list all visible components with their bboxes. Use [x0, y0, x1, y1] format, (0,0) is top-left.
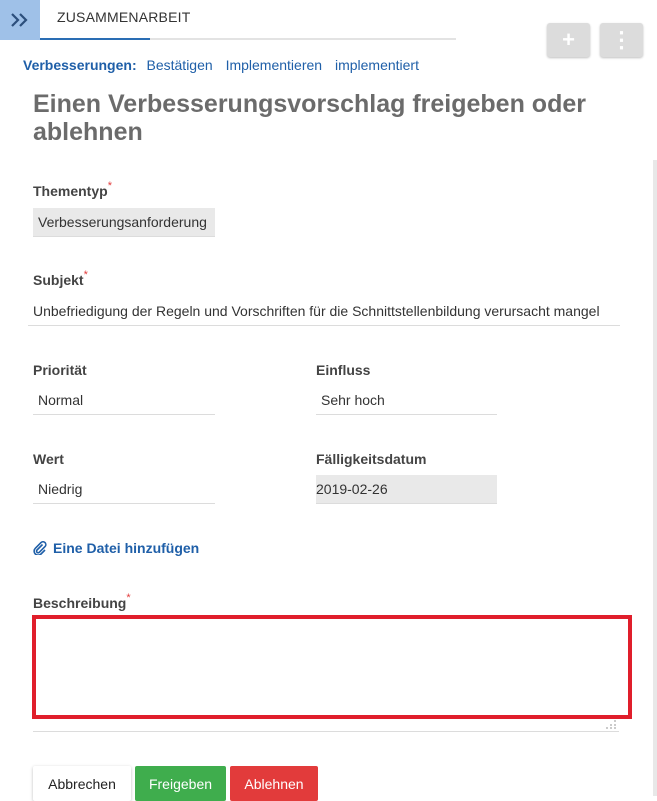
reject-button[interactable]: Ablehnen [230, 766, 318, 801]
subjekt-label: Subjekt* [33, 269, 88, 288]
subjekt-field[interactable]: Unbefriedigung der Regeln und Vorschrift… [28, 297, 620, 326]
tab-zusammenarbeit[interactable]: ZUSAMMENARBEIT [40, 0, 456, 40]
required-marker: * [126, 592, 131, 604]
active-tab-indicator [40, 38, 150, 40]
breadcrumb-lead: Verbesserungen: [23, 57, 137, 73]
required-marker: * [107, 180, 112, 192]
required-marker: * [83, 269, 88, 281]
einfluss-field[interactable]: Sehr hoch [316, 386, 497, 415]
resize-grip-icon[interactable] [605, 719, 617, 729]
approve-button[interactable]: Freigeben [135, 766, 226, 801]
thementyp-label: Thementyp* [33, 180, 112, 199]
beschreibung-label: Beschreibung* [33, 592, 131, 611]
faelligkeitsdatum-field[interactable]: 2019-02-26 [316, 475, 497, 504]
prioritaet-label: Priorität [33, 362, 87, 378]
einfluss-label: Einfluss [316, 362, 371, 378]
wert-field[interactable]: Niedrig [33, 475, 215, 504]
breadcrumb-link-implementiert[interactable]: implementiert [335, 57, 419, 73]
breadcrumb: Verbesserungen: Bestätigen Implementiere… [23, 57, 428, 73]
textarea-underline [33, 731, 619, 732]
beschreibung-textarea[interactable] [32, 615, 632, 719]
add-file-link[interactable]: Eine Datei hinzufügen [33, 540, 199, 556]
page-title: Einen Verbesserungsvorschlag freigeben o… [33, 90, 586, 146]
add-file-label: Eine Datei hinzufügen [53, 540, 200, 556]
more-options-button[interactable]: ⋮ [600, 23, 643, 57]
double-chevron-right-icon [11, 13, 28, 27]
paperclip-icon [33, 541, 47, 555]
prioritaet-field[interactable]: Normal [33, 386, 215, 415]
cancel-button[interactable]: Abbrechen [33, 766, 131, 801]
scrollbar[interactable] [653, 160, 657, 796]
wert-label: Wert [33, 451, 64, 467]
add-button[interactable]: + [547, 23, 590, 57]
faelligkeitsdatum-label: Fälligkeitsdatum [316, 451, 427, 467]
plus-icon: + [562, 27, 575, 52]
vertical-dots-icon: ⋮ [610, 27, 633, 52]
breadcrumb-link-bestaetigen[interactable]: Bestätigen [147, 57, 213, 73]
tab-label: ZUSAMMENARBEIT [57, 9, 191, 25]
thementyp-field[interactable]: Verbesserungsanforderung [33, 208, 215, 237]
breadcrumb-link-implementieren[interactable]: Implementieren [226, 57, 323, 73]
expand-panel-button[interactable] [0, 0, 40, 40]
